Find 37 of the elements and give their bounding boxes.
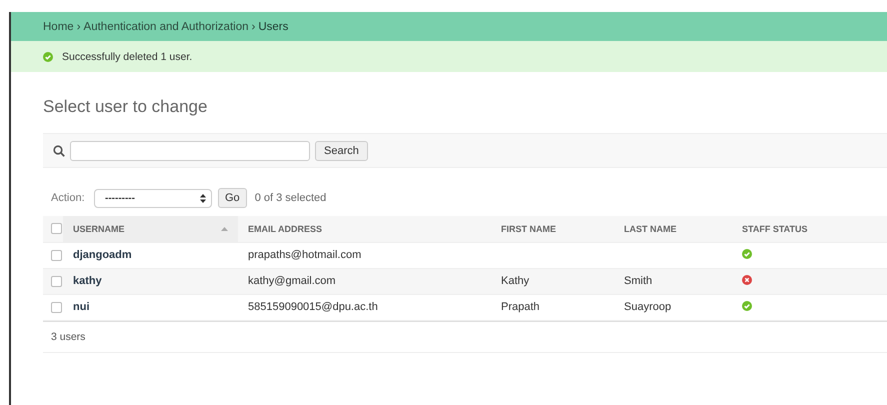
username-link[interactable]: nui	[73, 301, 90, 313]
sort-ascending-icon	[221, 226, 228, 231]
result-count: 3 users	[43, 320, 887, 352]
column-header[interactable]: STAFF STATUS	[732, 216, 887, 242]
checkbox[interactable]	[51, 223, 62, 234]
username-link[interactable]: djangoadm	[73, 249, 132, 261]
username-link[interactable]: kathy	[73, 275, 102, 287]
go-button[interactable]: Go	[218, 188, 247, 208]
action-label: Action:	[51, 192, 86, 204]
table-cell: prapaths@hotmail.com	[248, 249, 362, 261]
table-cell: kathy@gmail.com	[248, 275, 336, 287]
breadcrumb-link[interactable]: Authentication and Authorization	[84, 20, 248, 32]
table-cell: Smith	[624, 275, 652, 287]
breadcrumb-separator: ›	[251, 20, 256, 32]
column-header[interactable]: USERNAME	[63, 216, 238, 242]
breadcrumb-current: Users	[258, 20, 288, 32]
column-header[interactable]: FIRST NAME	[491, 216, 614, 242]
checkbox[interactable]	[51, 250, 62, 261]
column-header[interactable]: EMAIL ADDRESS	[238, 216, 491, 242]
updown-caret-icon	[200, 194, 206, 202]
page-title: Select user to change	[43, 97, 208, 117]
breadcrumb-separator: ›	[76, 20, 81, 32]
table-cell: Prapath	[501, 301, 540, 313]
column-header[interactable]: LAST NAME	[614, 216, 732, 242]
breadcrumb-link[interactable]: Home	[43, 20, 74, 32]
checkbox[interactable]	[51, 276, 62, 287]
checkbox[interactable]	[51, 302, 62, 313]
search-icon	[53, 144, 65, 156]
search-field[interactable]	[70, 140, 310, 160]
selection-counter: 0 of 3 selected	[254, 192, 326, 204]
table-cell: Kathy	[501, 275, 530, 287]
action-dropdown[interactable]: ---------	[94, 188, 212, 208]
search-button[interactable]: Search	[315, 140, 368, 160]
table-cell: Suayroop	[624, 301, 672, 313]
table-cell: 585159090015@dpu.ac.th	[248, 301, 378, 313]
message-text: Successfully deleted 1 user.	[62, 50, 192, 62]
check-circle-icon	[43, 52, 53, 62]
